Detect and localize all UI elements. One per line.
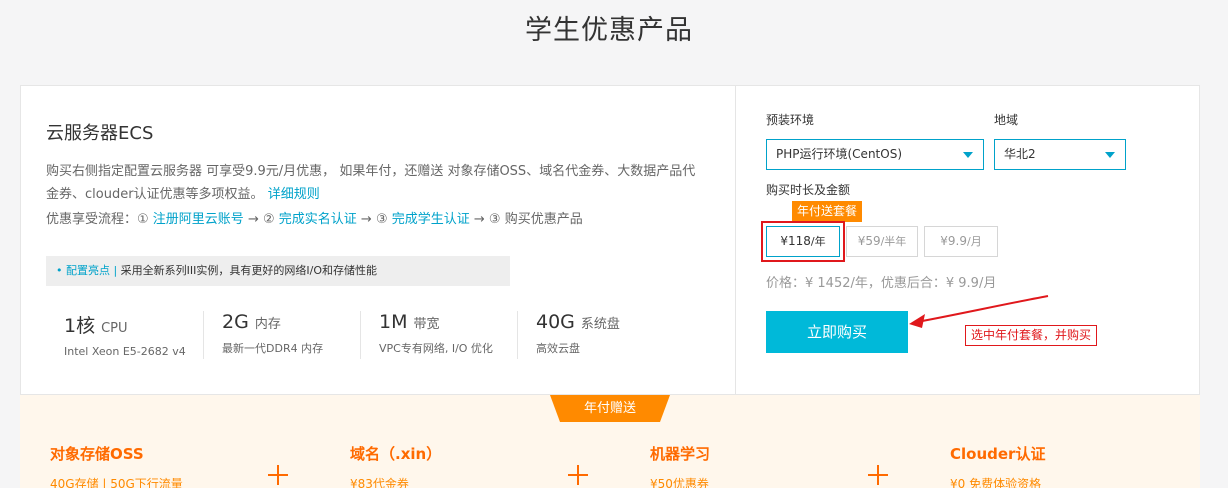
spec-value: 1M 带宽	[379, 311, 517, 333]
realname-auth-link[interactable]: 完成实名认证	[279, 212, 357, 227]
spec-value: 1核 CPU	[64, 311, 203, 338]
card-divider	[735, 86, 736, 394]
env-select[interactable]: PHP运行环境(CentOS)	[766, 139, 984, 170]
spec-cpu-detail: Intel Xeon E5-2682 v4	[64, 345, 186, 358]
spec-disk-unit: 系统盘	[580, 317, 620, 332]
spec-value: 40G 系统盘	[536, 311, 674, 333]
buy-now-button[interactable]: 立即购买	[766, 311, 908, 353]
annotation-note: 选中年付套餐，并购买	[965, 325, 1098, 346]
product-description: 购买右侧指定配置云服务器 可享受9.9元/月优惠， 如果年付，还赠送 对象存储O…	[46, 160, 696, 206]
option-halfyear-price: ¥59	[857, 234, 881, 248]
spec-bandwidth-value: 1M	[379, 311, 408, 333]
spec-bandwidth: 1M 带宽 VPC专有网络, I/O 优化	[360, 311, 517, 359]
spec-bandwidth-detail: VPC专有网络, I/O 优化	[379, 342, 493, 355]
plus-icon	[268, 465, 288, 485]
env-select-value: PHP运行环境(CentOS)	[776, 147, 902, 161]
flow-prefix: 优惠享受流程：①	[46, 212, 153, 227]
description-text: 购买右侧指定配置云服务器 可享受9.9元/月优惠， 如果年付，还赠送 对象存储O…	[46, 164, 696, 202]
spec-value: 2G 内存	[222, 311, 360, 333]
spec-disk: 40G 系统盘 高效云盘	[517, 311, 674, 359]
spec-disk-detail: 高效云盘	[536, 342, 580, 355]
flow-suffix: → ③ 购买优惠产品	[469, 212, 583, 227]
flow-sep-2: → ③	[356, 212, 392, 227]
region-select-value: 华北2	[1004, 147, 1036, 161]
spec-disk-value: 40G	[536, 311, 575, 333]
bonus-item-domain: 域名（.xin） ¥83代金券	[350, 443, 441, 488]
register-account-link[interactable]: 注册阿里云账号	[153, 212, 244, 227]
region-select[interactable]: 华北2	[994, 139, 1126, 170]
spec-cpu-value: 1核	[64, 315, 96, 337]
price-summary: 价格：¥ 1452/年，优惠后合：¥ 9.9/月	[766, 276, 997, 291]
product-card: 云服务器ECS 购买右侧指定配置云服务器 可享受9.9元/月优惠， 如果年付，还…	[20, 85, 1200, 395]
bonus-item-detail: 40G存储 | 50G下行流量	[50, 477, 183, 488]
option-yearly-unit: /年	[810, 235, 826, 248]
student-auth-link[interactable]: 完成学生认证	[392, 212, 470, 227]
bonus-item-detail: ¥50优惠券	[650, 477, 709, 488]
spec-memory: 2G 内存 最新一代DDR4 内存	[203, 311, 360, 359]
bonus-item-ml: 机器学习 ¥50优惠券	[650, 443, 710, 488]
bonus-tab: 年付赠送	[583, 401, 636, 416]
bonus-item-title: 机器学习	[650, 445, 711, 463]
duration-label: 购买时长及金额	[766, 183, 851, 197]
option-yearly-price: ¥118	[780, 234, 811, 248]
region-label: 地域	[994, 113, 1019, 127]
highlight-text: 采用全新系列III实例，具有更好的网络I/O和存储性能	[117, 264, 378, 277]
spec-cpu: 1核 CPU Intel Xeon E5-2682 v4	[46, 311, 203, 359]
page-title: 学生优惠产品	[525, 15, 693, 46]
spec-cpu-unit: CPU	[101, 321, 128, 336]
option-halfyear-unit: /半年	[880, 235, 907, 248]
bonus-item-detail: ¥83代金券	[350, 477, 409, 488]
spec-bandwidth-unit: 带宽	[413, 317, 440, 332]
bonus-section: 年付赠送 对象存储OSS 40G存储 | 50G下行流量 域名（.xin） ¥8…	[20, 395, 1200, 488]
claim-flow: 优惠享受流程：① 注册阿里云账号 → ② 完成实名认证 → ③ 完成学生认证 →…	[46, 208, 583, 227]
product-title: 云服务器ECS	[46, 123, 154, 144]
bonus-item-clouder: Clouder认证 ¥0 免费体验资格	[950, 443, 1045, 488]
plus-icon	[868, 465, 888, 485]
option-monthly-unit: /月	[967, 235, 982, 248]
highlight-label: • 配置亮点 |	[56, 264, 118, 277]
option-halfyear[interactable]: ¥59/半年	[846, 226, 918, 257]
plus-icon	[568, 465, 588, 485]
bonus-item-title: Clouder认证	[950, 445, 1046, 463]
promo-tag: 年付送套餐	[792, 201, 862, 222]
option-monthly[interactable]: ¥9.9/月	[924, 226, 998, 257]
config-highlight: • 配置亮点 | 采用全新系列III实例，具有更好的网络I/O和存储性能	[46, 256, 510, 286]
option-monthly-price: ¥9.9	[940, 234, 967, 248]
chevron-down-icon	[1105, 152, 1115, 158]
spec-list: 1核 CPU Intel Xeon E5-2682 v4 2G 内存 最新一代DDR…	[46, 311, 696, 359]
bonus-item-oss: 对象存储OSS 40G存储 | 50G下行流量	[50, 443, 183, 488]
flow-sep-1: → ②	[243, 212, 279, 227]
bonus-item-title: 对象存储OSS	[50, 445, 144, 463]
option-yearly[interactable]: ¥118/年	[761, 221, 845, 262]
bonus-item-title: 域名（.xin）	[350, 445, 442, 463]
spec-memory-value: 2G	[222, 311, 249, 333]
bonus-item-detail: ¥0 免费体验资格	[950, 477, 1042, 488]
detail-rules-link[interactable]: 详细规则	[268, 187, 320, 202]
spec-memory-detail: 最新一代DDR4 内存	[222, 342, 324, 355]
spec-memory-unit: 内存	[254, 317, 281, 332]
env-label: 预装环境	[766, 113, 815, 127]
chevron-down-icon	[963, 152, 973, 158]
